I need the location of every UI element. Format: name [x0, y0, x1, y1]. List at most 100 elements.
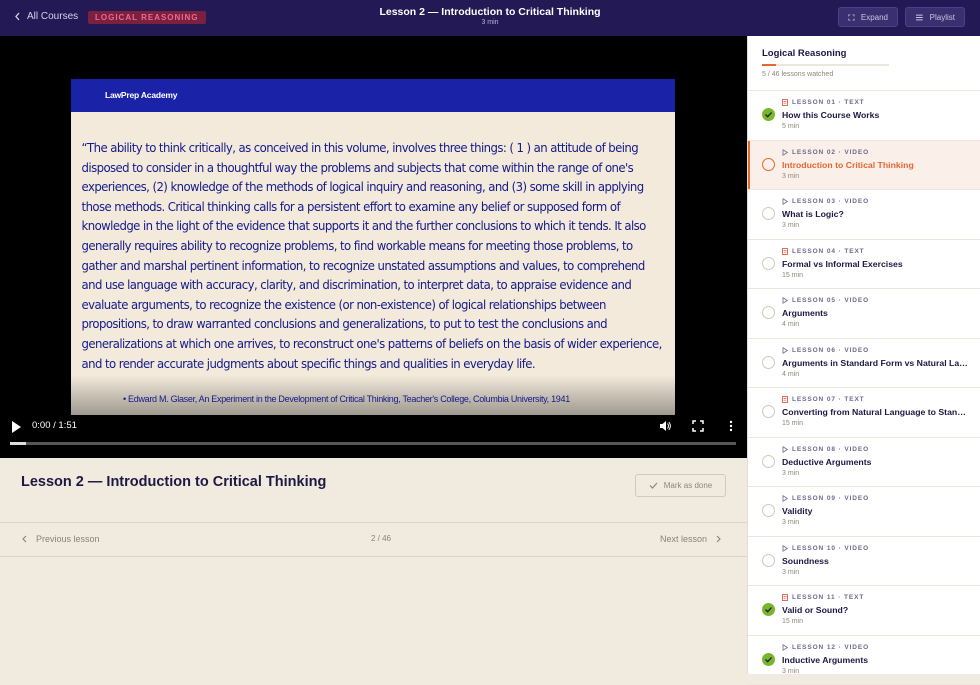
sidebar-title: Logical Reasoning	[762, 48, 846, 59]
lesson-name: Validity	[782, 506, 968, 516]
lesson-name: Arguments	[782, 308, 968, 318]
lesson-name: Formal vs Informal Exercises	[782, 259, 968, 269]
lesson-name: How this Course Works	[782, 110, 968, 120]
status-circle-icon	[762, 257, 775, 270]
document-icon	[782, 99, 788, 106]
expand-button[interactable]: Expand	[838, 7, 898, 27]
lesson-sidebar: Logical Reasoning 5 / 46 lessons watched…	[747, 36, 980, 674]
lesson-name: Deductive Arguments	[782, 457, 968, 467]
lesson-duration: 15 min	[782, 618, 803, 625]
video-frame: LawPrep Academy “The ability to think cr…	[71, 79, 675, 415]
lesson-duration: 4 min	[782, 321, 799, 328]
lesson-list-item[interactable]: LESSON 10 · VIDEOSoundness3 min	[748, 537, 980, 587]
lesson-kind: LESSON 06 · VIDEO	[782, 347, 869, 354]
lesson-duration: 3 min	[0, 19, 980, 26]
lesson-name: Arguments in Standard Form vs Natural La…	[782, 358, 968, 368]
status-circle-icon	[762, 158, 775, 171]
lesson-list-item[interactable]: LESSON 04 · TEXT Formal vs Informal Exerc…	[748, 240, 980, 290]
lesson-kind-label: LESSON 06 · VIDEO	[792, 347, 869, 354]
play-small-icon	[782, 198, 788, 205]
lesson-kind-label: LESSON 02 · VIDEO	[792, 149, 869, 156]
lesson-duration: 3 min	[782, 222, 799, 229]
lesson-duration: 3 min	[782, 470, 799, 477]
slide-citation: • Edward M. Glaser, An Experiment in the…	[123, 394, 570, 404]
play-small-icon	[782, 149, 788, 156]
lesson-list-item[interactable]: LESSON 08 · VIDEO Deductive Arguments 3 mi…	[748, 438, 980, 488]
next-lesson-button[interactable]: Next lesson	[660, 534, 721, 544]
lesson-duration: 15 min	[782, 420, 803, 427]
video-player[interactable]: LawPrep Academy “The ability to think cr…	[0, 36, 747, 458]
status-circle-icon	[762, 207, 775, 220]
top-bar: All Courses LOGICAL REASONING Lesson 2 —…	[0, 0, 980, 36]
more-options-icon[interactable]	[725, 420, 737, 432]
lesson-title: Lesson 2 — Introduction to Critical Thin…	[21, 474, 326, 490]
play-icon[interactable]	[10, 420, 22, 434]
slide-brand: LawPrep Academy	[71, 79, 675, 112]
lesson-kind: LESSON 08 · VIDEO	[782, 446, 869, 453]
lesson-kind-label: LESSON 10 · VIDEO	[792, 545, 869, 552]
video-progress-fill	[10, 442, 26, 445]
lesson-kind-label: LESSON 07 · TEXT	[792, 396, 865, 403]
lesson-kind: LESSON 02 · VIDEO	[782, 149, 869, 156]
lesson-list-item[interactable]: LESSON 11 · TEXTValid or Sound?15 min	[748, 586, 980, 636]
page-title: Lesson 2 — Introduction to Critical Thin…	[0, 6, 980, 18]
expand-label: Expand	[861, 13, 888, 22]
completed-check-icon	[762, 108, 775, 121]
sidebar-header: Logical Reasoning 5 / 46 lessons watched	[748, 36, 980, 91]
lesson-list-item[interactable]: LESSON 12 · VIDEO Inductive Arguments 3 mi…	[748, 636, 980, 685]
status-circle-icon	[762, 554, 775, 567]
lesson-kind: LESSON 05 · VIDEO	[782, 297, 869, 304]
lesson-duration: 5 min	[782, 123, 799, 130]
lesson-kind: LESSON 04 · TEXT	[782, 248, 865, 255]
play-small-icon	[782, 347, 788, 354]
lesson-kind-label: LESSON 01 · TEXT	[792, 99, 865, 106]
lesson-list-item[interactable]: LESSON 05 · VIDEO Arguments 4 min	[748, 289, 980, 339]
lesson-name: Inductive Arguments	[782, 655, 968, 665]
chevron-right-icon	[716, 535, 721, 543]
lesson-duration: 3 min	[782, 668, 799, 675]
lesson-name: What is Logic?	[782, 209, 968, 219]
playlist-button[interactable]: Playlist	[905, 7, 965, 27]
lesson-kind-label: LESSON 04 · TEXT	[792, 248, 865, 255]
lesson-kind: LESSON 09 · VIDEO	[782, 495, 869, 502]
lesson-kind: LESSON 03 · VIDEO	[782, 198, 869, 205]
lesson-kind-label: LESSON 05 · VIDEO	[792, 297, 869, 304]
lesson-kind: LESSON 01 · TEXT	[782, 99, 865, 106]
status-circle-icon	[762, 455, 775, 468]
lesson-list-item[interactable]: LESSON 06 · VIDEO Arguments in Standard F…	[748, 339, 980, 389]
mark-as-done-label: Mark as done	[664, 481, 712, 490]
fullscreen-icon[interactable]	[692, 420, 704, 432]
mark-as-done-button[interactable]: Mark as done	[635, 474, 726, 497]
volume-icon[interactable]	[659, 420, 671, 432]
video-controls: 0:00 / 1:51	[0, 414, 747, 458]
lesson-list-item[interactable]: LESSON 09 · VIDEO Validity 3 min	[748, 487, 980, 537]
check-icon	[649, 482, 658, 489]
play-small-icon	[782, 545, 788, 552]
lesson-kind: LESSON 12 · VIDEO	[782, 644, 869, 651]
lesson-name: Introduction to Critical Thinking	[782, 160, 968, 170]
play-small-icon	[782, 297, 788, 304]
playlist-label: Playlist	[930, 13, 955, 22]
play-small-icon	[782, 644, 788, 651]
time-display: 0:00 / 1:51	[32, 420, 77, 431]
lesson-list-item[interactable]: LESSON 03 · VIDEO What is Logic? 3 min	[748, 190, 980, 240]
lesson-duration: 3 min	[782, 173, 799, 180]
course-progress-text: 5 / 46 lessons watched	[762, 71, 833, 78]
lesson-kind-label: LESSON 03 · VIDEO	[792, 198, 869, 205]
status-circle-icon	[762, 356, 775, 369]
slide-quote: “The ability to think critically, as con…	[71, 112, 670, 374]
lesson-list-item[interactable]: LESSON 01 · TEXT How this Course Works 5 m…	[748, 91, 980, 141]
lesson-kind-label: LESSON 11 · TEXT	[792, 594, 864, 601]
video-progress-bar[interactable]	[10, 442, 736, 445]
status-circle-icon	[762, 405, 775, 418]
lesson-name: Converting from Natural Language to Stan…	[782, 407, 968, 417]
expand-icon	[848, 13, 855, 22]
play-small-icon	[782, 446, 788, 453]
lesson-kind: LESSON 07 · TEXT	[782, 396, 865, 403]
document-icon	[782, 594, 788, 601]
lesson-list-item[interactable]: LESSON 07 · TEXT Converting from Natural …	[748, 388, 980, 438]
lesson-duration: 3 min	[782, 519, 799, 526]
divider	[0, 522, 747, 523]
lesson-kind-label: LESSON 09 · VIDEO	[792, 495, 869, 502]
lesson-list-item[interactable]: LESSON 02 · VIDEO Introduction to Critica…	[748, 141, 980, 191]
